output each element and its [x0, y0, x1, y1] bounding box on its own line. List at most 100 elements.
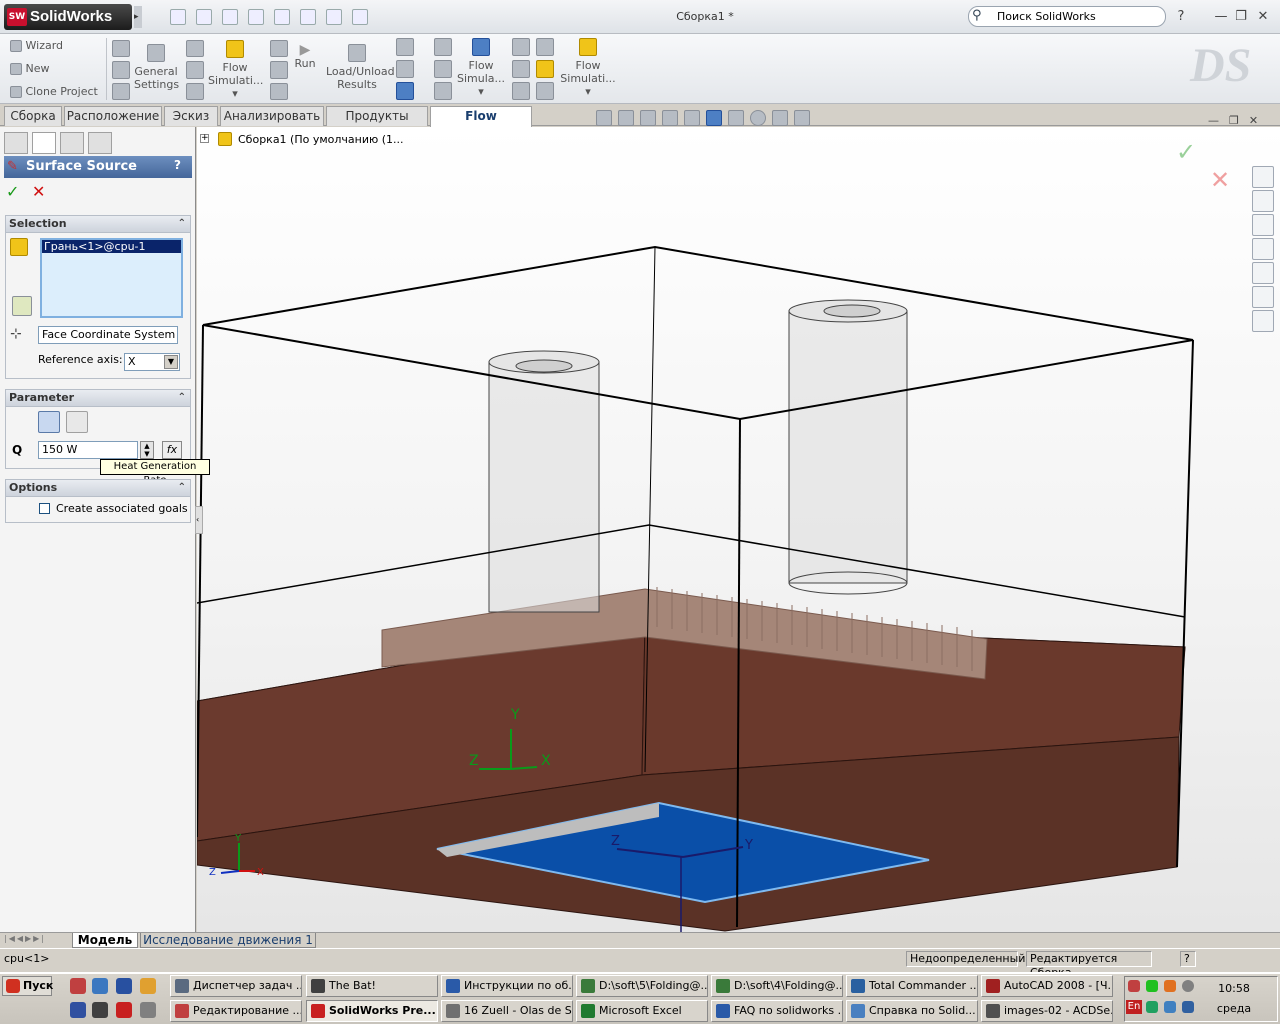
run-button[interactable]: ▶ Run	[292, 43, 318, 70]
tray-volume-icon[interactable]	[1182, 980, 1194, 992]
viewport-restore-icon[interactable]: ❐	[1229, 114, 1239, 128]
selection-group-header[interactable]: Selection ⌃	[5, 215, 191, 233]
flow-simulation-button-2[interactable]: Flow Simula... ▾	[456, 38, 506, 98]
tab-layout[interactable]: Расположение	[64, 106, 162, 126]
close-button[interactable]: ✕	[1254, 8, 1272, 26]
tool-icon[interactable]	[512, 38, 530, 56]
tool-icon[interactable]	[112, 40, 130, 58]
appearances-icon[interactable]	[1252, 286, 1274, 308]
home-icon[interactable]	[1252, 166, 1274, 188]
tab-office-products[interactable]: Продукты Office	[326, 106, 428, 141]
tray-status-icon[interactable]	[1146, 980, 1158, 992]
collapse-chevron-icon[interactable]: ⌃	[178, 390, 186, 406]
tool-icon[interactable]	[186, 40, 204, 58]
language-indicator[interactable]: En	[1126, 1000, 1142, 1014]
reference-axis-select[interactable]: X ▼	[124, 353, 180, 371]
general-settings-button[interactable]: General Settings	[134, 44, 179, 91]
undo-icon[interactable]	[274, 9, 290, 25]
parameter-group-header[interactable]: Parameter ⌃	[5, 389, 191, 407]
tool-icon[interactable]	[396, 38, 414, 56]
taskbar-item-acdsee[interactable]: images-02 - ACDSe...	[981, 1000, 1113, 1022]
taskbar-item-excel[interactable]: Microsoft Excel	[576, 1000, 708, 1022]
confirm-ok-icon[interactable]: ✓	[1176, 138, 1196, 166]
clock-time[interactable]: 10:58	[1206, 982, 1262, 995]
open-icon[interactable]	[196, 9, 212, 25]
taskbar-item-total-commander[interactable]: Total Commander ...	[846, 975, 978, 997]
help-button[interactable]: ?	[1172, 8, 1190, 26]
taskbar-item-the-bat[interactable]: The Bat!	[306, 975, 438, 997]
tray-network-icon[interactable]	[1146, 1001, 1158, 1013]
tab-scroll-arrows[interactable]: |◀◀▶▶|	[4, 934, 70, 947]
flow-simulation-button[interactable]: Flow Simulati... ▾	[208, 40, 263, 100]
rebuild-icon[interactable]	[326, 9, 342, 25]
edit-appearance-icon[interactable]	[750, 110, 766, 126]
collapse-chevron-icon[interactable]: ⌃	[178, 480, 186, 496]
taskbar-item-editing[interactable]: Редактирование ...	[170, 1000, 302, 1022]
save-icon[interactable]	[222, 9, 238, 25]
quicklaunch-save-icon[interactable]	[70, 1002, 86, 1018]
quicklaunch-app-icon[interactable]	[116, 978, 132, 994]
select-arrow-icon[interactable]	[300, 9, 316, 25]
confirm-cancel-icon[interactable]: ✕	[1210, 166, 1230, 194]
custom-properties-icon[interactable]	[1252, 310, 1274, 332]
display-style-icon[interactable]	[706, 110, 722, 126]
taskbar-item-music[interactable]: 16 Zuell - Olas de S...	[441, 1000, 573, 1022]
quicklaunch-app2-icon[interactable]	[92, 1002, 108, 1018]
tool-icon[interactable]	[270, 82, 288, 100]
view-palette-icon[interactable]	[1252, 262, 1274, 284]
restore-button[interactable]: ❐	[1232, 8, 1250, 26]
tray-bluetooth-icon[interactable]	[1182, 1001, 1194, 1013]
ok-check-icon[interactable]: ✓	[6, 182, 19, 201]
tool-icon[interactable]	[536, 38, 554, 56]
search-results-icon[interactable]	[1252, 238, 1274, 260]
tool-icon[interactable]	[270, 40, 288, 58]
tab-analyze[interactable]: Анализировать	[220, 106, 324, 126]
tool-icon[interactable]	[434, 38, 452, 56]
flow-simulation-button-3[interactable]: Flow Simulati... ▾	[560, 38, 616, 98]
view-settings-icon[interactable]	[794, 110, 810, 126]
tool-icon[interactable]	[434, 60, 452, 78]
taskbar-item-help[interactable]: Справка по Solid...	[846, 1000, 978, 1022]
configuration-manager-tab-icon[interactable]	[60, 132, 84, 154]
function-fx-button[interactable]: fx	[162, 441, 182, 459]
options-icon[interactable]	[352, 9, 368, 25]
cancel-x-icon[interactable]: ✕	[32, 182, 45, 201]
taskbar-item-folding-5[interactable]: D:\soft\5\Folding@...	[576, 975, 708, 997]
options-group-header[interactable]: Options ⌃	[5, 479, 191, 497]
file-explorer-icon[interactable]	[1252, 214, 1274, 236]
taskbar-item-instructions[interactable]: Инструкции по об...	[441, 975, 573, 997]
quicklaunch-solidworks-icon[interactable]	[116, 1002, 132, 1018]
quicklaunch-tool-icon[interactable]	[140, 978, 156, 994]
chevron-down-icon[interactable]: ▼	[164, 355, 178, 369]
print-icon[interactable]	[248, 9, 264, 25]
tool-icon[interactable]	[434, 82, 452, 100]
tool-icon[interactable]	[512, 82, 530, 100]
new-project-button[interactable]: New	[10, 62, 100, 78]
feature-manager-tab-icon[interactable]	[4, 132, 28, 154]
zoom-area-icon[interactable]	[618, 110, 634, 126]
tool-icon[interactable]	[270, 61, 288, 79]
taskbar-item-solidworks[interactable]: SolidWorks Pre...	[306, 1000, 438, 1022]
property-manager-tab-icon[interactable]	[32, 132, 56, 154]
tab-motion-study[interactable]: Исследование движения 1	[140, 933, 316, 948]
tab-assembly[interactable]: Сборка	[4, 106, 62, 126]
tool-icon-selected[interactable]	[536, 60, 554, 78]
quicklaunch-browser-icon[interactable]	[92, 978, 108, 994]
tab-model[interactable]: Модель	[72, 933, 138, 948]
tool-icon[interactable]	[186, 61, 204, 79]
flow-analysis-tab-icon[interactable]	[88, 132, 112, 154]
status-help-icon[interactable]: ?	[1180, 951, 1196, 967]
apply-scene-icon[interactable]	[772, 110, 788, 126]
taskbar-item-autocad[interactable]: AutoCAD 2008 - [Ч...	[981, 975, 1113, 997]
wizard-button[interactable]: Wizard	[10, 39, 100, 55]
hide-show-items-icon[interactable]	[728, 110, 744, 126]
tray-app-icon[interactable]	[1164, 980, 1176, 992]
pm-help-button[interactable]: ?	[174, 158, 181, 172]
tree-root-label[interactable]: Сборка1 (По умолчанию (1...	[238, 133, 404, 146]
load-unload-results-button[interactable]: Load/Unload Results	[326, 44, 395, 91]
collapse-chevron-icon[interactable]: ⌃	[178, 216, 186, 232]
viewport-minimize-icon[interactable]: —	[1208, 114, 1219, 128]
tool-icon[interactable]	[112, 61, 130, 79]
design-library-icon[interactable]	[1252, 190, 1274, 212]
tab-flow-simulation[interactable]: Flow Simulation	[430, 106, 532, 141]
